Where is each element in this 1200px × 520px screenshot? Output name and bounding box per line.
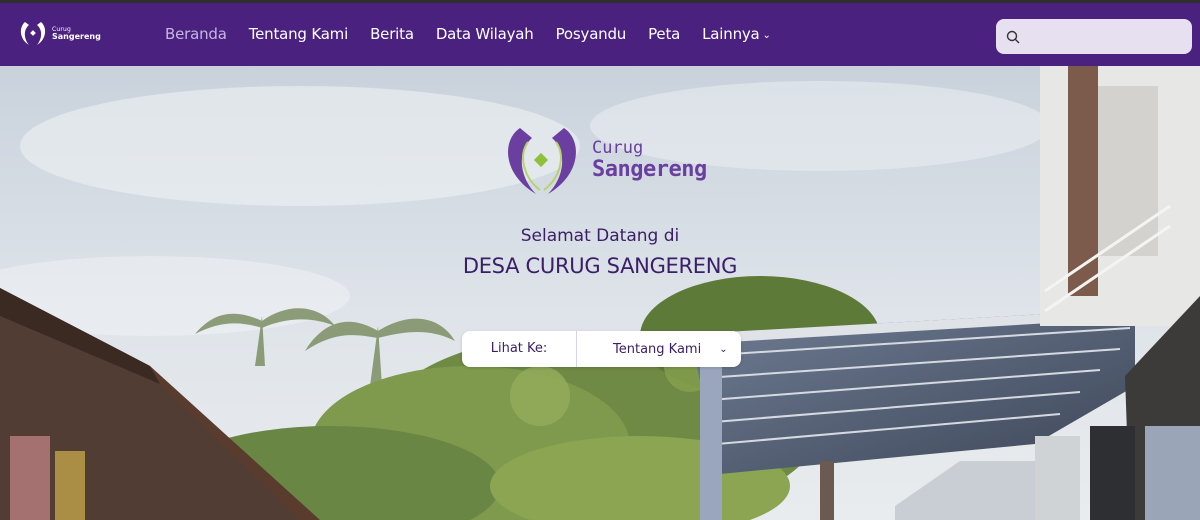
nav-item-data-wilayah[interactable]: Data Wilayah bbox=[436, 25, 534, 43]
goto-dropdown[interactable]: Tentang Kami ⌄ bbox=[577, 342, 741, 357]
curug-sangereng-emblem-icon bbox=[508, 128, 576, 194]
search-input[interactable] bbox=[1026, 29, 1186, 44]
goto-selected-value: Tentang Kami bbox=[613, 341, 702, 357]
nav-item-lainnya-label: Lainnya bbox=[702, 25, 760, 43]
goto-label: Lihat Ke: bbox=[462, 331, 577, 367]
chevron-down-icon: ⌄ bbox=[719, 343, 728, 355]
nav-item-posyandu[interactable]: Posyandu bbox=[556, 25, 627, 43]
goto-selector: Lihat Ke: Tentang Kami ⌄ bbox=[462, 331, 741, 367]
site-logo[interactable]: Curug Sangereng bbox=[18, 17, 101, 51]
hero-logo-word-curug: Curug bbox=[592, 137, 644, 158]
hero-logo: Curug Sangereng bbox=[498, 122, 707, 198]
nav-item-beranda[interactable]: Beranda bbox=[165, 25, 227, 43]
logo-word-sangereng: Sangereng bbox=[52, 32, 101, 41]
hero-section: Curug Sangereng Selamat Datang di DESA C… bbox=[0, 66, 1200, 520]
nav-item-berita[interactable]: Berita bbox=[370, 25, 414, 43]
hero-logo-word-sangereng: Sangereng bbox=[592, 156, 707, 182]
chevron-down-icon: ⌄ bbox=[762, 30, 771, 41]
curug-sangereng-logo-icon bbox=[20, 22, 46, 45]
nav-item-lainnya[interactable]: Lainnya ⌄ bbox=[702, 25, 771, 43]
main-menu: Beranda Tentang Kami Berita Data Wilayah… bbox=[165, 25, 793, 43]
village-title: DESA CURUG SANGERENG bbox=[462, 254, 738, 278]
search-box[interactable] bbox=[996, 19, 1192, 54]
hero-logo-text: Curug Sangereng bbox=[592, 137, 707, 182]
nav-item-tentang-kami[interactable]: Tentang Kami bbox=[249, 25, 349, 43]
welcome-text: Selamat Datang di bbox=[520, 226, 680, 246]
site-logo-text: Curug Sangereng bbox=[52, 27, 101, 41]
top-navbar: Curug Sangereng Beranda Tentang Kami Ber… bbox=[0, 0, 1200, 66]
nav-item-peta[interactable]: Peta bbox=[648, 25, 680, 43]
search-icon bbox=[1006, 30, 1020, 43]
